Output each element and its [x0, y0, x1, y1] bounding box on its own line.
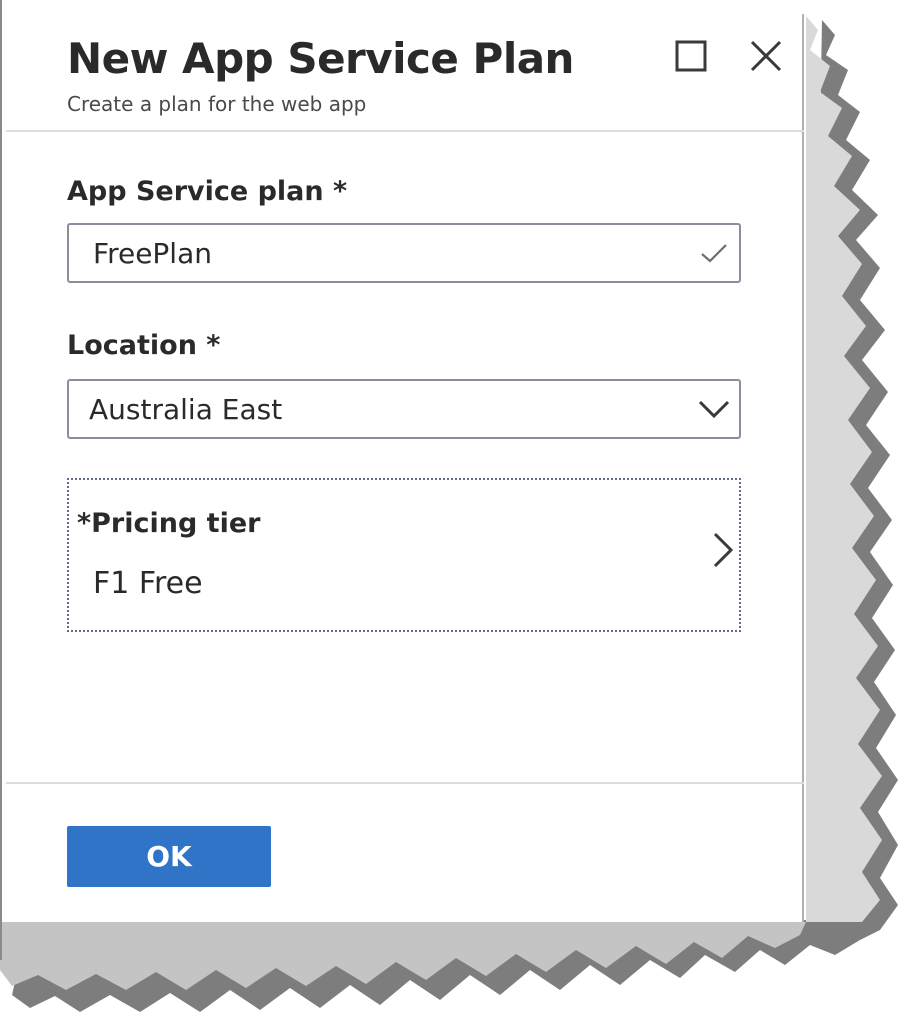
header-divider [6, 130, 804, 132]
dialog-title: New App Service Plan [67, 34, 574, 83]
app-service-plan-input[interactable] [69, 235, 689, 271]
location-selected-value: Australia East [89, 392, 283, 426]
app-service-plan-field[interactable] [67, 223, 741, 283]
location-label: Location * [67, 330, 221, 361]
location-dropdown[interactable]: Australia East [67, 379, 741, 439]
footer-divider [6, 782, 804, 784]
pricing-tier-value: F1 Free [93, 566, 203, 601]
ok-button[interactable]: OK [67, 826, 271, 887]
app-service-plan-label: App Service plan * [67, 176, 348, 207]
checkmark-icon [701, 244, 727, 263]
new-app-service-plan-dialog: New App Service Plan Create a plan for t… [6, 14, 804, 922]
plan-valid-status [689, 225, 739, 281]
screenshot-stage: New App Service Plan Create a plan for t… [0, 0, 900, 1023]
chevron-right-icon [713, 532, 734, 568]
window-left-edge [0, 0, 2, 960]
chevron-down-icon [698, 400, 730, 419]
maximize-button[interactable] [671, 36, 711, 76]
pricing-tier-selector[interactable]: *Pricing tier F1 Free [67, 478, 741, 632]
close-icon [750, 40, 782, 72]
pricing-tier-label: *Pricing tier [77, 508, 261, 539]
maximize-icon [675, 40, 707, 72]
close-button[interactable] [746, 36, 786, 76]
dialog-subtitle: Create a plan for the web app [67, 92, 367, 116]
location-dropdown-toggle[interactable] [689, 381, 739, 437]
